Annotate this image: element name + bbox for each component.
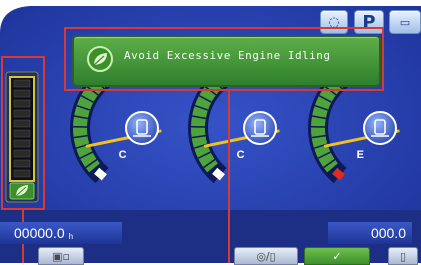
check-icon: ✓ (332, 250, 341, 263)
eco-segment (14, 120, 30, 127)
right-readout-value: 000.0 (371, 225, 406, 241)
tab-extra[interactable]: ▭ (389, 10, 421, 34)
hydraulic-oil-temp-icon (244, 112, 276, 144)
eco-segment (14, 150, 30, 157)
eco-segment (14, 160, 30, 167)
hour-meter-value: 00000.0 (14, 225, 65, 241)
message-text: Avoid Excessive Engine Idling (124, 49, 331, 62)
gauge-end-label: E (357, 149, 364, 161)
fan-icon: ◌ (328, 15, 339, 30)
eco-gauge (6, 72, 38, 202)
parking-label: P (362, 12, 375, 33)
hour-meter-unit: h (69, 232, 73, 241)
camera-mode-icon: ▣▫ (52, 250, 70, 263)
hour-meter: 00000.0 h (0, 222, 122, 244)
coolant-temp-icon (126, 112, 158, 144)
ac-mode-icon: ◎/▯ (256, 250, 275, 263)
menu-icon: ▯ (400, 250, 406, 263)
callout-line-message (228, 91, 230, 263)
eco-segment (14, 90, 30, 97)
fuel-pump-icon (364, 112, 396, 144)
gauge-end-label: C (237, 149, 245, 161)
eco-segment (14, 100, 30, 107)
tab-fan-mode[interactable]: ◌ (320, 10, 348, 34)
eco-segment (14, 110, 30, 117)
softkey-ac[interactable]: ◎/▯ (234, 247, 298, 265)
eco-segment (14, 170, 30, 177)
gauge-end-label: C (119, 149, 127, 161)
softkey-camera[interactable]: ▣▫ (38, 247, 84, 265)
eco-segment (14, 140, 30, 147)
right-readout: 000.0 (328, 222, 412, 244)
tab-extra-icon: ▭ (400, 16, 410, 29)
eco-segment (14, 130, 30, 137)
eco-segment (14, 80, 30, 87)
eco-leaf-icon (86, 45, 114, 73)
message-bar: Avoid Excessive Engine Idling (72, 35, 381, 87)
softkey-ok[interactable]: ✓ (304, 247, 370, 265)
tab-parking[interactable]: P (354, 10, 384, 34)
softkey-menu[interactable]: ▯ (388, 247, 418, 265)
